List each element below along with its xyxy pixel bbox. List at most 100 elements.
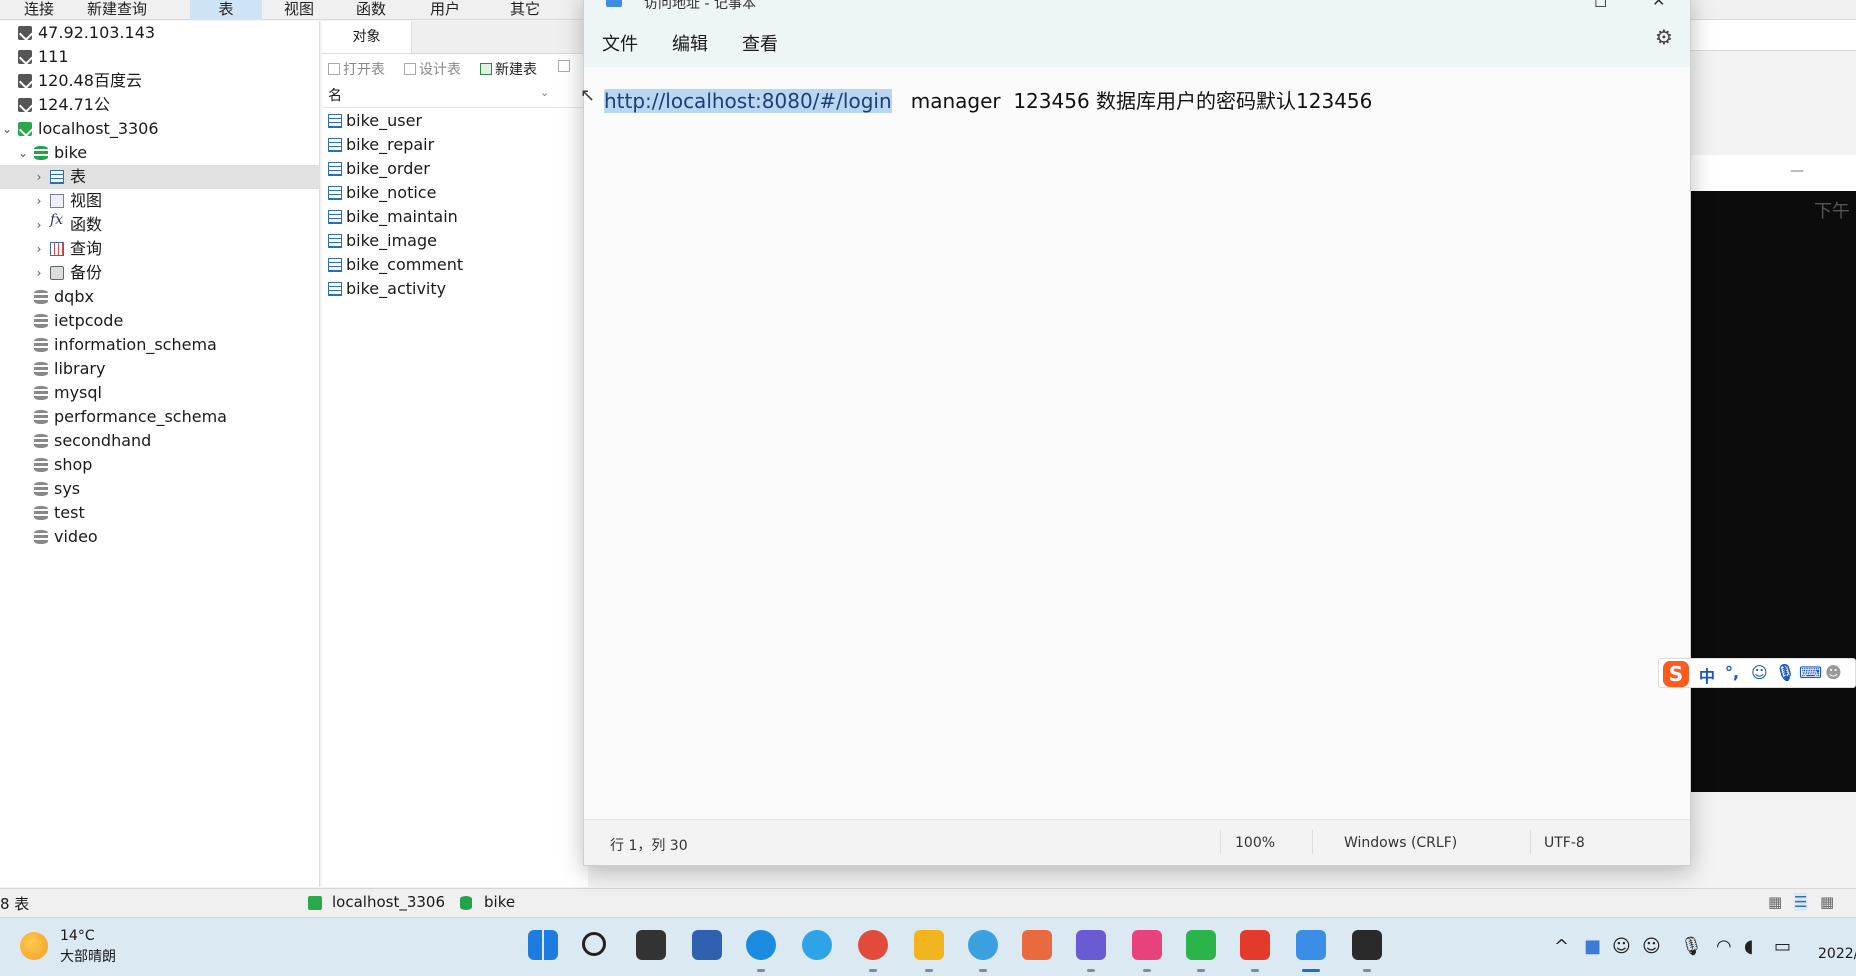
chevron-right-icon[interactable]: › xyxy=(32,189,46,213)
tree-item[interactable]: video xyxy=(0,525,320,549)
task-view-icon[interactable] xyxy=(636,930,666,960)
selected-url[interactable]: http://localhost:8080/#/login xyxy=(604,89,892,113)
ime-punctuation[interactable]: °, xyxy=(1725,663,1739,682)
close-icon[interactable]: ✕ xyxy=(1652,0,1665,10)
new-table-button[interactable]: 新建表 xyxy=(480,59,537,79)
tree-item[interactable]: dqbx xyxy=(0,285,320,309)
table-row[interactable]: bike_order xyxy=(328,157,578,181)
chevron-right-icon[interactable]: › xyxy=(32,261,46,285)
menu-edit[interactable]: 编辑 xyxy=(672,30,708,56)
design-table-button[interactable]: 设计表 xyxy=(404,59,461,79)
ie-icon[interactable] xyxy=(802,930,832,960)
tree-item[interactable]: › 查询 xyxy=(0,237,320,261)
chevron-right-icon[interactable]: › xyxy=(32,237,46,261)
emoji-icon[interactable]: ☺ xyxy=(1751,663,1768,682)
menu-functions[interactable]: 函数 xyxy=(340,0,402,20)
circle-app-icon[interactable] xyxy=(968,930,998,960)
menu-users[interactable]: 用户 xyxy=(414,0,476,20)
tree-item[interactable]: › 备份 xyxy=(0,261,320,285)
powerpoint-icon[interactable] xyxy=(1022,930,1052,960)
clock[interactable]: 2022/ xyxy=(1818,946,1856,962)
tree-item[interactable]: test xyxy=(0,501,320,525)
tree-item[interactable]: ⌄ bike xyxy=(0,141,320,165)
tree-item[interactable]: sys xyxy=(0,477,320,501)
file-explorer-icon[interactable] xyxy=(914,930,944,960)
tree-item[interactable]: 124.71公 xyxy=(0,93,320,117)
menu-connect[interactable]: 连接 xyxy=(8,0,70,20)
user-icon[interactable]: ☻ xyxy=(1825,663,1842,682)
table-row[interactable]: bike_repair xyxy=(328,133,578,157)
encoding[interactable]: UTF-8 xyxy=(1544,835,1585,851)
terminal-icon[interactable] xyxy=(1352,930,1382,960)
menu-tables[interactable]: 表 xyxy=(190,0,262,20)
table-row[interactable]: bike_comment xyxy=(328,253,578,277)
zoom-level[interactable]: 100% xyxy=(1235,835,1275,851)
network-app-icon[interactable] xyxy=(692,930,722,960)
tree-item[interactable]: information_schema xyxy=(0,333,320,357)
menu-new-query[interactable]: 新建查询 xyxy=(76,0,158,20)
weather-temperature: 14°C xyxy=(60,928,95,944)
console-window[interactable]: — 下午 xyxy=(1690,155,1856,792)
menu-other[interactable]: 其它 xyxy=(494,0,556,20)
ime-toolbar[interactable]: S 中 °, ☺ 🎙 ⌨ ☻ xyxy=(1658,658,1856,688)
table-row[interactable]: bike_activity xyxy=(328,277,578,301)
chevron-right-icon[interactable]: › xyxy=(32,165,46,189)
keyboard-icon[interactable]: ⌨ xyxy=(1799,663,1822,682)
table-row[interactable]: bike_user xyxy=(328,109,578,133)
table-row[interactable]: bike_image xyxy=(328,229,578,253)
start-icon[interactable] xyxy=(528,930,558,960)
tree-item[interactable]: ⌄ localhost_3306 xyxy=(0,117,320,141)
settings-gear-icon[interactable]: ⚙ xyxy=(1654,27,1674,47)
tree-item[interactable]: secondhand xyxy=(0,429,320,453)
microphone-tray-icon[interactable]: 🎙 xyxy=(1680,936,1703,957)
open-table-button[interactable]: 打开表 xyxy=(328,59,385,79)
menu-view[interactable]: 查看 xyxy=(742,30,778,56)
tree-item[interactable]: › 视图 xyxy=(0,189,320,213)
tree-item[interactable]: › fx 函数 xyxy=(0,213,320,237)
tree-item[interactable]: 111 xyxy=(0,45,320,69)
mountain-app-icon[interactable] xyxy=(1076,930,1106,960)
notepad-titlebar[interactable]: 访问地址 - 记事本 ◻ ✕ xyxy=(584,0,1690,13)
minimize-icon[interactable]: — xyxy=(1790,163,1804,179)
wps-icon[interactable] xyxy=(1240,930,1270,960)
chrome-icon[interactable] xyxy=(858,930,888,960)
qq-icon[interactable]: ☺ xyxy=(1612,936,1631,957)
chevron-down-icon[interactable]: ⌄ xyxy=(0,117,14,141)
text-editor[interactable]: ↖ http://localhost:8080/#/login manager … xyxy=(580,67,1690,819)
tab-objects[interactable]: 对象 xyxy=(322,21,412,53)
tree-item[interactable]: mysql xyxy=(0,381,320,405)
list-view-icon[interactable]: ☰ xyxy=(1794,893,1808,911)
grid-view-icon[interactable]: ▦ xyxy=(1768,893,1782,911)
microphone-icon[interactable]: 🎙 xyxy=(1775,663,1795,682)
edge-icon[interactable] xyxy=(746,930,776,960)
search-icon[interactable] xyxy=(582,932,606,956)
tree-item[interactable]: performance_schema xyxy=(0,405,320,429)
delete-table-button[interactable] xyxy=(558,59,573,75)
menu-views[interactable]: 视图 xyxy=(268,0,330,20)
menu-file[interactable]: 文件 xyxy=(602,30,638,56)
table-row[interactable]: bike_notice xyxy=(328,181,578,205)
tree-item[interactable]: › 表 xyxy=(0,165,320,189)
ime-mode-chinese[interactable]: 中 xyxy=(1699,663,1715,687)
jetbrains-icon[interactable] xyxy=(1132,930,1162,960)
tree-item[interactable]: 120.48百度云 xyxy=(0,69,320,93)
maximize-icon[interactable]: ◻ xyxy=(1594,0,1607,10)
name-column-header[interactable]: 名 ⌄ xyxy=(322,84,588,108)
chevron-right-icon[interactable]: › xyxy=(32,213,46,237)
detail-view-icon[interactable]: ▦ xyxy=(1820,893,1834,911)
wifi-icon[interactable]: ◠ xyxy=(1716,936,1732,957)
battery-icon[interactable]: ▭ xyxy=(1774,936,1791,957)
tray-chevron-icon[interactable]: ^ xyxy=(1554,936,1569,957)
tree-item[interactable]: ietpcode xyxy=(0,309,320,333)
chevron-down-icon[interactable]: ⌄ xyxy=(16,141,30,165)
volume-icon[interactable]: ◖ xyxy=(1744,936,1753,957)
table-row[interactable]: bike_maintain xyxy=(328,205,578,229)
tree-item[interactable]: 47.92.103.143 xyxy=(0,21,320,45)
hbuilder-icon[interactable] xyxy=(1186,930,1216,960)
line-ending[interactable]: Windows (CRLF) xyxy=(1344,835,1457,851)
tree-item[interactable]: shop xyxy=(0,453,320,477)
notepad-icon[interactable] xyxy=(1296,930,1326,960)
tree-item[interactable]: library xyxy=(0,357,320,381)
tray-app-icon[interactable]: ■ xyxy=(1584,936,1601,957)
qq-icon-2[interactable]: ☺ xyxy=(1642,936,1661,957)
